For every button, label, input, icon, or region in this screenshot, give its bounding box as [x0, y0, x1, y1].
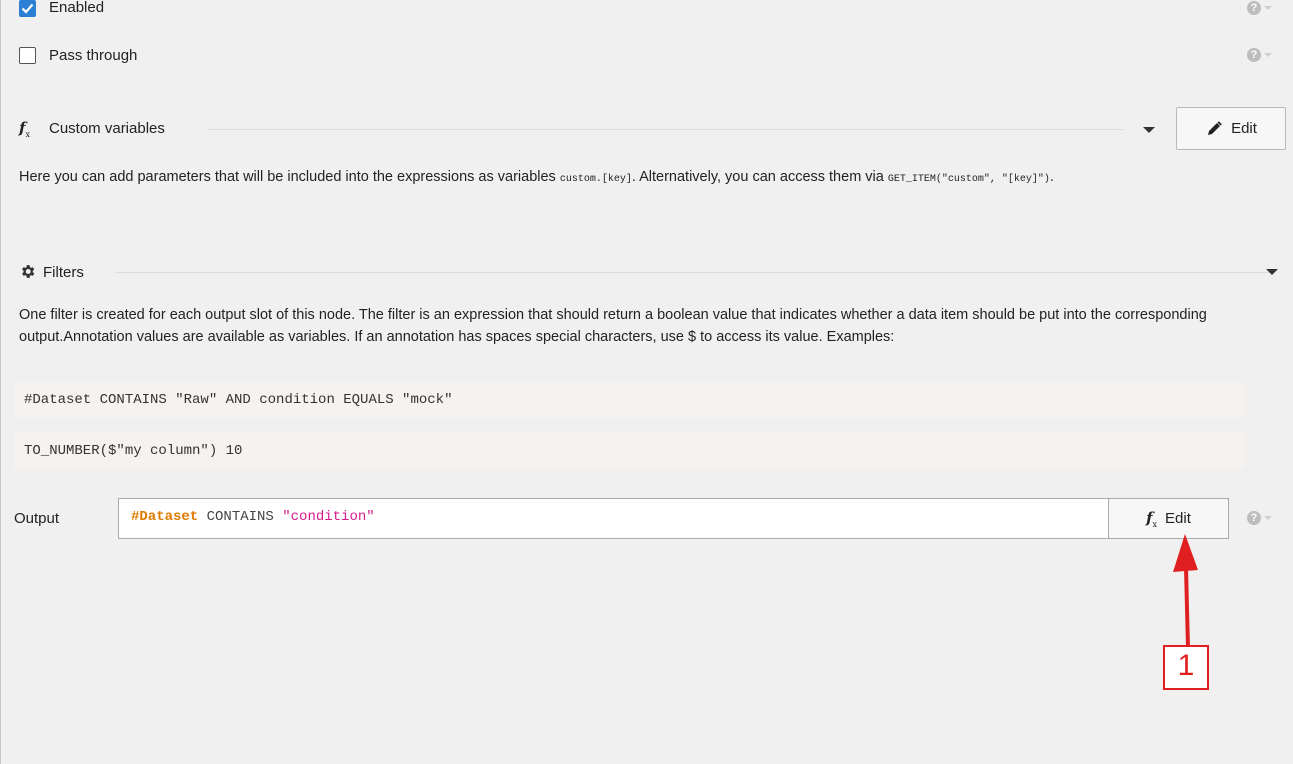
panel-left-border: [0, 0, 1, 764]
gear-icon: [22, 265, 35, 278]
pencil-icon: [1208, 120, 1222, 135]
enabled-label: Enabled: [49, 0, 105, 16]
custom-variables-desc-text: Here you can add parameters that will be…: [19, 169, 560, 185]
help-dropdown-caret-icon: [1264, 6, 1272, 10]
fx-icon: fx: [1146, 508, 1158, 529]
custom-variables-edit-label: Edit: [1231, 120, 1257, 137]
expression-annotation-token: #Dataset: [131, 509, 199, 525]
annotation-number-box: 1: [1163, 645, 1209, 690]
output-expression-text: #Dataset CONTAINS "condition": [131, 509, 375, 525]
filters-collapse-caret-icon[interactable]: [1266, 269, 1278, 275]
output-help-icon[interactable]: ?: [1247, 511, 1272, 529]
custom-variables-code-get-item: GET_ITEM("custom", "[key]"): [887, 174, 1050, 185]
filters-divider: [115, 272, 1270, 273]
question-circle-icon: ?: [1247, 1, 1261, 15]
filter-example-2: TO_NUMBER($"my column") 10: [14, 433, 1244, 469]
filter-example-1: #Dataset CONTAINS "Raw" AND condition EQ…: [14, 382, 1244, 418]
custom-variables-edit-button[interactable]: Edit: [1176, 107, 1286, 150]
expression-string-token: "condition": [282, 509, 375, 525]
custom-variables-code-key: custom.[key]: [559, 174, 632, 185]
pass-through-help-icon[interactable]: ?: [1247, 48, 1272, 66]
filters-description: One filter is created for each output sl…: [19, 307, 1207, 345]
custom-variables-desc-text-3: .: [1049, 169, 1054, 185]
pass-through-checkbox[interactable]: [19, 47, 36, 64]
pass-through-label: Pass through: [49, 47, 138, 64]
question-circle-icon: ?: [1247, 511, 1261, 525]
custom-variables-description: Here you can add parameters that will be…: [19, 166, 1129, 191]
output-edit-label: Edit: [1165, 510, 1191, 527]
help-dropdown-caret-icon: [1264, 516, 1272, 520]
checkmark-icon: [21, 3, 34, 14]
output-label: Output: [14, 510, 60, 527]
enabled-checkbox[interactable]: [19, 0, 36, 17]
custom-variables-divider: [207, 129, 1124, 130]
expression-keyword-token: CONTAINS: [198, 509, 283, 525]
help-dropdown-caret-icon: [1264, 53, 1272, 57]
custom-variables-collapse-caret-icon[interactable]: [1143, 127, 1155, 133]
output-expression-field[interactable]: #Dataset CONTAINS "condition": [118, 498, 1229, 539]
question-circle-icon: ?: [1247, 48, 1261, 62]
custom-variables-desc-text-2: . Alternatively, you can access them via: [631, 169, 888, 185]
custom-variables-title: Custom variables: [49, 120, 165, 137]
fx-icon: fx: [19, 119, 30, 139]
enabled-help-icon[interactable]: ?: [1247, 1, 1272, 19]
annotation-arrow: [1173, 534, 1198, 649]
filters-title: Filters: [43, 264, 84, 281]
